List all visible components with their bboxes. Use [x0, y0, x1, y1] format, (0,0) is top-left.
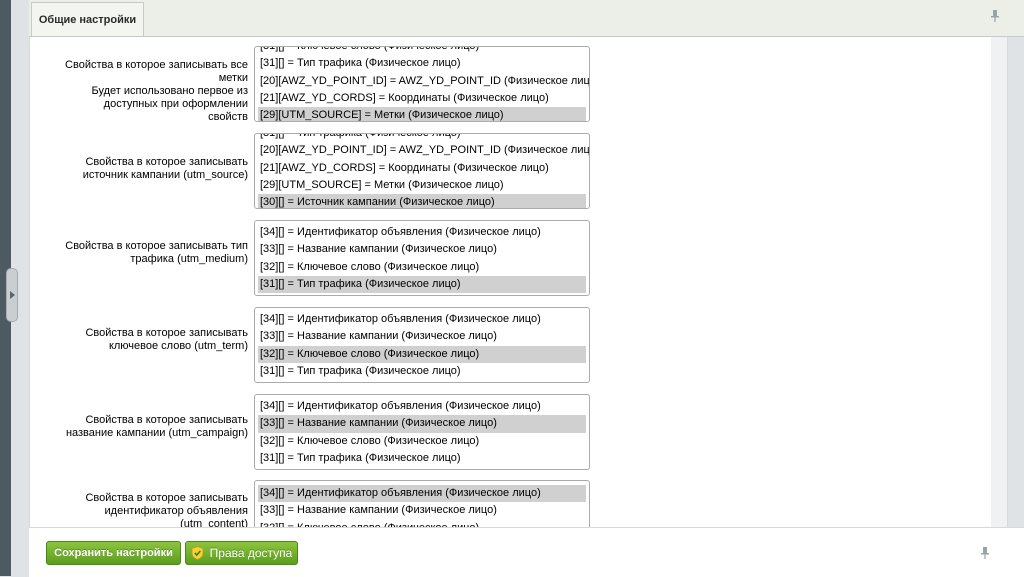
- property-multiselect[interactable]: [34][] = Идентификатор объявления (Физич…: [254, 220, 590, 296]
- setting-label: Свойства в которое записывать все метки Б…: [62, 59, 248, 124]
- select-option[interactable]: [32][] = Ключевое слово (Физическое лицо…: [258, 433, 586, 450]
- expand-arrow-icon: [10, 291, 15, 299]
- select-option[interactable]: [31][] = Ключевое слово (Физическое лицо…: [258, 47, 586, 55]
- setting-label: Свойства в которое записывать источник к…: [62, 156, 248, 182]
- select-option[interactable]: [34][] = Идентификатор объявления (Физич…: [258, 224, 586, 241]
- setting-label-line: Свойства в которое записывать идентифика…: [85, 492, 248, 527]
- select-option[interactable]: [29][UTM_SOURCE] = Метки (Физическое лиц…: [258, 107, 586, 121]
- select-option[interactable]: [31][] = Тип трафика (Физическое лицо): [258, 55, 586, 72]
- pin-icon[interactable]: [990, 10, 1000, 22]
- pin-icon[interactable]: [980, 547, 990, 559]
- property-multiselect[interactable]: [31][] = Ключевое слово (Физическое лицо…: [254, 46, 590, 122]
- select-option[interactable]: [21][AWZ_YD_CORDS] = Координаты (Физичес…: [258, 90, 586, 107]
- select-option[interactable]: [21][AWZ_YD_CORDS] = Координаты (Физичес…: [258, 160, 586, 177]
- setting-label: Свойства в которое записывать тип трафик…: [62, 240, 248, 266]
- setting-label-line: Свойства в которое записывать тип трафик…: [65, 240, 248, 265]
- select-option[interactable]: [33][] = Название кампании (Физическое л…: [258, 241, 586, 258]
- property-multiselect[interactable]: [31][] = Тип трафика (Физическое лицо) [2…: [254, 133, 590, 209]
- select-option[interactable]: [31][] = Тип трафика (Физическое лицо): [258, 275, 586, 294]
- property-multiselect[interactable]: [34][] = Идентификатор объявления (Физич…: [254, 307, 590, 383]
- setting-label-line: Свойства в которое записывать источник к…: [82, 156, 248, 181]
- setting-label: Свойства в которое записывать идентифика…: [62, 492, 248, 527]
- expand-panel-handle[interactable]: [6, 268, 18, 322]
- select-option[interactable]: [32][] = Ключевое слово (Физическое лицо…: [258, 259, 586, 276]
- tab-general-settings[interactable]: Общие настройки: [31, 2, 144, 36]
- select-option[interactable]: [34][] = Идентификатор объявления (Физич…: [258, 311, 586, 328]
- setting-label-line: Свойства в которое записывать название к…: [65, 414, 248, 439]
- scroll-gutter: [991, 37, 1007, 527]
- select-option[interactable]: [20][AWZ_YD_POINT_ID] = AWZ_YD_POINT_ID …: [258, 73, 589, 90]
- select-option[interactable]: [32][] = Ключевое слово (Физическое лицо…: [258, 345, 586, 363]
- property-multiselect[interactable]: [34][] = Идентификатор объявления (Физич…: [254, 480, 590, 527]
- setting-label: Свойства в которое записывать название к…: [62, 414, 248, 440]
- save-settings-button[interactable]: Сохранить настройки: [46, 541, 181, 565]
- select-option[interactable]: [32][] = Ключевое слово (Физическое лицо…: [258, 520, 586, 527]
- setting-label: Свойства в которое записывать ключевое с…: [62, 327, 248, 353]
- select-option[interactable]: [31][] = Тип трафика (Физическое лицо): [258, 134, 586, 142]
- setting-label-line: Будет использовано первое из доступных п…: [91, 85, 248, 123]
- select-option[interactable]: [33][] = Название кампании (Физическое л…: [258, 415, 586, 433]
- form-footer: Сохранить настройки Права доступа: [29, 527, 1024, 577]
- setting-label-line: Свойства в которое записывать все метки: [65, 59, 248, 84]
- select-option[interactable]: [20][AWZ_YD_POINT_ID] = AWZ_YD_POINT_ID …: [258, 142, 589, 159]
- access-rights-button[interactable]: Права доступа: [185, 541, 298, 565]
- select-option[interactable]: [31][] = Тип трафика (Физическое лицо): [258, 363, 586, 380]
- select-option[interactable]: [29][UTM_SOURCE] = Метки (Физическое лиц…: [258, 177, 586, 194]
- select-option[interactable]: [31][] = Тип трафика (Физическое лицо): [258, 450, 586, 467]
- select-option[interactable]: [34][] = Идентификатор объявления (Физич…: [258, 485, 586, 503]
- select-option[interactable]: [33][] = Название кампании (Физическое л…: [258, 328, 586, 345]
- settings-form: Свойства в которое записывать все метки Б…: [29, 37, 1008, 527]
- property-multiselect[interactable]: [34][] = Идентификатор объявления (Физич…: [254, 394, 590, 470]
- setting-label-line: Свойства в которое записывать ключевое с…: [85, 327, 248, 352]
- select-option[interactable]: [33][] = Название кампании (Физическое л…: [258, 502, 586, 519]
- access-rights-label: Права доступа: [209, 546, 293, 560]
- select-option[interactable]: [30][] = Источник кампании (Физическое л…: [258, 194, 586, 208]
- shield-check-icon: [191, 546, 204, 560]
- select-option[interactable]: [34][] = Идентификатор объявления (Физич…: [258, 398, 586, 415]
- settings-header: Общие настройки: [29, 0, 1024, 37]
